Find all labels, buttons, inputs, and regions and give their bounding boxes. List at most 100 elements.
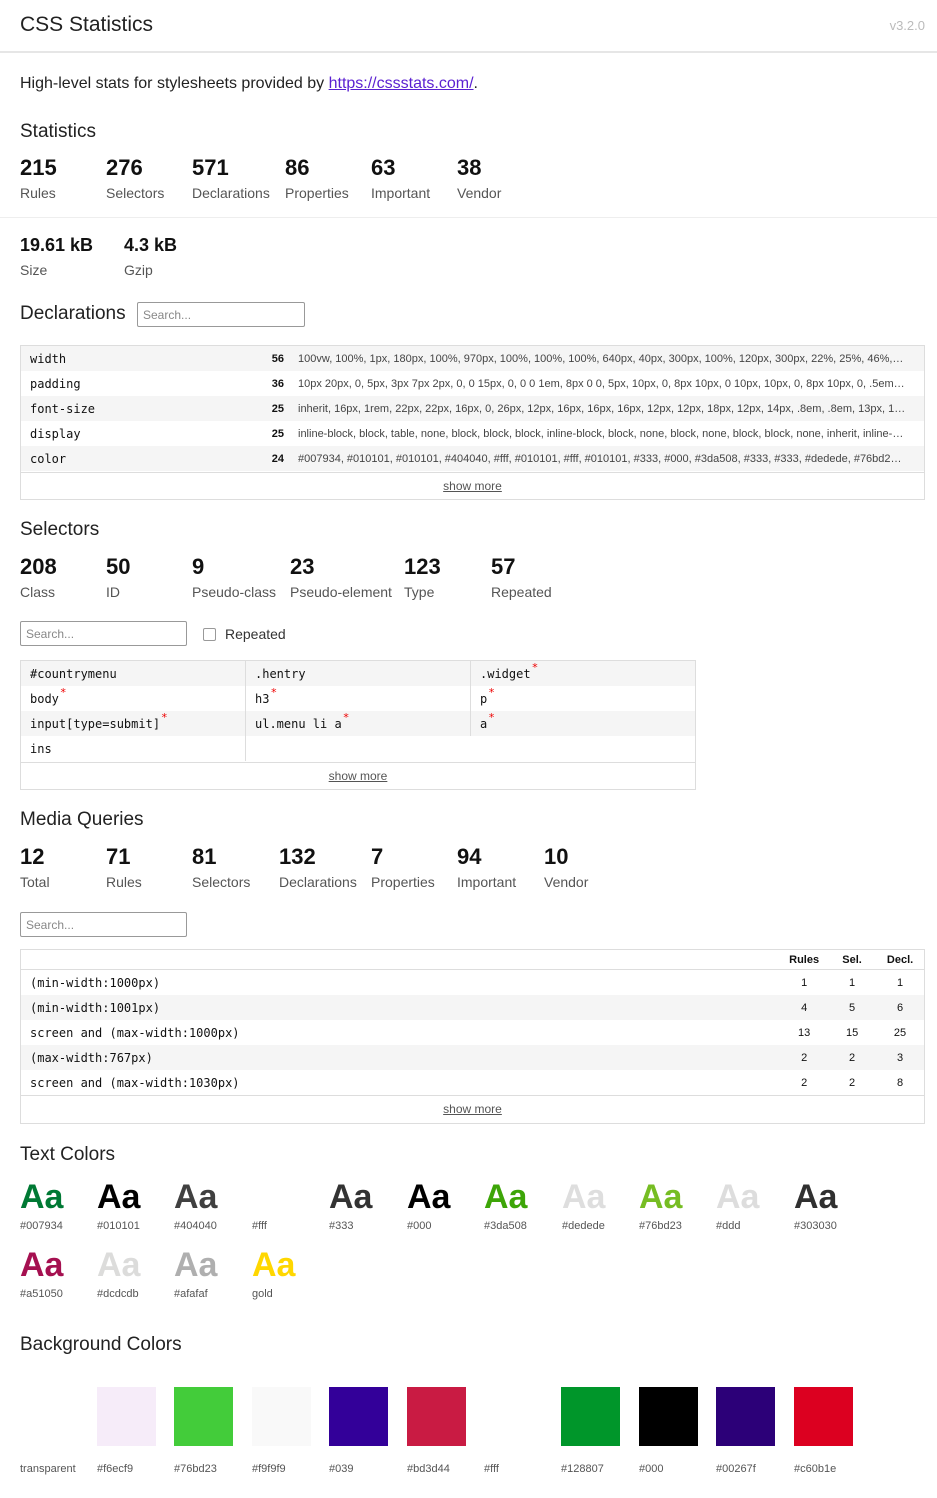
text-color-swatch: Aa #fff xyxy=(252,1176,322,1232)
color-label: gold xyxy=(252,1288,273,1300)
background-color-swatch: transparent xyxy=(20,1387,79,1475)
text-color-swatch: Aa gold xyxy=(252,1244,322,1300)
repeated-filter[interactable]: Repeated xyxy=(203,626,286,642)
repeated-marker: * xyxy=(342,711,350,724)
color-label: #010101 xyxy=(97,1220,140,1232)
color-swatch-box xyxy=(561,1387,620,1446)
media-query: screen and (max-width:1030px) xyxy=(30,1075,240,1090)
stat-vendor: 38 Vendor xyxy=(457,153,543,201)
stat-selectors: 276 Selectors xyxy=(106,153,192,201)
declaration-count: 25 xyxy=(271,402,284,415)
selector-cell: ul.menu li a * xyxy=(246,711,471,736)
media-queries-search-input[interactable] xyxy=(20,912,187,937)
color-label: #76bd23 xyxy=(174,1463,217,1475)
text-color-swatch: Aa #ddd xyxy=(716,1176,786,1232)
stat-value: 4.3 kB xyxy=(124,235,178,255)
table-row: display 25 inline-block, block, table, n… xyxy=(21,421,924,446)
statistics-heading: Statistics xyxy=(20,121,97,142)
selectors-heading: Selectors xyxy=(20,519,100,540)
declaration-count: 24 xyxy=(271,452,284,465)
text-color-swatch: Aa #afafaf xyxy=(174,1244,244,1300)
background-color-swatch: #fff xyxy=(484,1387,543,1475)
selectors-search-input[interactable] xyxy=(20,621,187,646)
stat-label: Pseudo-class xyxy=(192,584,277,600)
background-color-swatch: #bd3d44 xyxy=(407,1387,466,1475)
stat-size: 19.61 kB Size xyxy=(20,230,124,278)
selector-cell: h3 * xyxy=(246,686,471,711)
text-color-swatch: Aa #3da508 xyxy=(484,1176,554,1232)
stat-total: 12 Total xyxy=(20,842,106,890)
color-swatch-box xyxy=(174,1387,233,1446)
background-color-swatch: #c60b1e xyxy=(794,1387,853,1475)
stat-value: 38 xyxy=(457,155,482,180)
text-color-swatch: Aa #404040 xyxy=(174,1176,244,1232)
color-label: #039 xyxy=(329,1463,354,1475)
stat-value: 132 xyxy=(279,844,316,869)
selectors-show-more-button[interactable]: show more xyxy=(21,762,695,789)
table-row: width 56 100vw, 100%, 1px, 180px, 100%, … xyxy=(21,346,924,371)
selectors-count: 5 xyxy=(849,1001,856,1014)
color-label: #76bd23 xyxy=(639,1220,682,1232)
declaration-values: inherit, 16px, 1rem, 22px, 22px, 16px, 0… xyxy=(298,402,906,415)
stat-value: 276 xyxy=(106,155,143,180)
media-queries-heading: Media Queries xyxy=(20,809,144,830)
media-queries-show-more-button[interactable]: show more xyxy=(21,1095,924,1123)
declarations-count: 1 xyxy=(896,976,904,989)
stat-value: 19.61 kB xyxy=(20,235,94,255)
selector-text: .widget xyxy=(480,666,531,681)
color-label: #c60b1e xyxy=(794,1463,837,1475)
color-swatch-box xyxy=(639,1387,698,1446)
stat-value: 571 xyxy=(192,155,229,180)
color-label: #ddd xyxy=(716,1220,741,1232)
stat-value: 86 xyxy=(285,155,310,180)
table-row: font-size 25 inherit, 16px, 1rem, 22px, … xyxy=(21,396,924,421)
background-color-swatch: #039 xyxy=(329,1387,388,1475)
stat-repeated: 57 Repeated xyxy=(491,552,577,600)
rules-count: 13 xyxy=(798,1026,811,1039)
color-sample-text: Aa xyxy=(794,1178,838,1216)
stat-type: 123 Type xyxy=(404,552,491,600)
color-label: #3da508 xyxy=(484,1220,527,1232)
stat-value: 7 xyxy=(371,844,384,869)
color-sample-text: Aa xyxy=(97,1178,141,1216)
stat-value: 23 xyxy=(290,554,315,579)
selector-cell: body * xyxy=(21,686,246,711)
selector-text: input[type=submit] xyxy=(30,716,161,731)
color-sample-text: Aa xyxy=(20,1178,64,1216)
stat-label: Important xyxy=(371,185,431,201)
stat-properties: 86 Properties xyxy=(285,153,371,201)
intro-text: High-level stats for stylesheets provide… xyxy=(20,75,478,93)
stat-label: Size xyxy=(20,262,48,278)
stat-label: Selectors xyxy=(106,185,165,201)
selectors-count: 1 xyxy=(849,976,856,989)
selector-text: .hentry xyxy=(255,666,306,681)
declarations-search-input[interactable] xyxy=(137,302,305,327)
selector-text: a xyxy=(480,716,488,731)
stat-value: 208 xyxy=(20,554,57,579)
color-label: #303030 xyxy=(794,1220,837,1232)
color-sample-text: Aa xyxy=(174,1178,218,1216)
selectors-count: 15 xyxy=(845,1026,859,1039)
declaration-property: width xyxy=(30,351,67,366)
selector-cell: p * xyxy=(471,686,695,711)
color-label: #000 xyxy=(639,1463,664,1475)
stat-label: Rules xyxy=(20,185,56,201)
size-row: 19.61 kB Size 4.3 kB Gzip xyxy=(20,230,228,278)
stat-label: Rules xyxy=(106,874,142,890)
declarations-show-more-button[interactable]: show more xyxy=(21,472,924,499)
selector-text: ul.menu li a xyxy=(255,716,342,731)
color-label: #000 xyxy=(407,1220,432,1232)
stat-value: 215 xyxy=(20,155,57,180)
stat-label: Vendor xyxy=(544,874,589,890)
cssstats-link[interactable]: https://cssstats.com/ xyxy=(329,75,474,92)
repeated-checkbox[interactable] xyxy=(203,627,216,641)
color-sample-text: Aa xyxy=(252,1246,296,1284)
top-bar: CSS Statistics v3.2.0 xyxy=(0,0,937,53)
color-sample-text: Aa xyxy=(174,1246,218,1284)
selector-cell: a * xyxy=(471,711,695,736)
stat-value: 12 xyxy=(20,844,45,869)
selector-text: p xyxy=(480,691,488,706)
declaration-count: 36 xyxy=(271,377,284,390)
statistics-row: 215 Rules 276 Selectors 571 Declarations 86… xyxy=(20,153,543,201)
stat-id: 50 ID xyxy=(106,552,192,600)
